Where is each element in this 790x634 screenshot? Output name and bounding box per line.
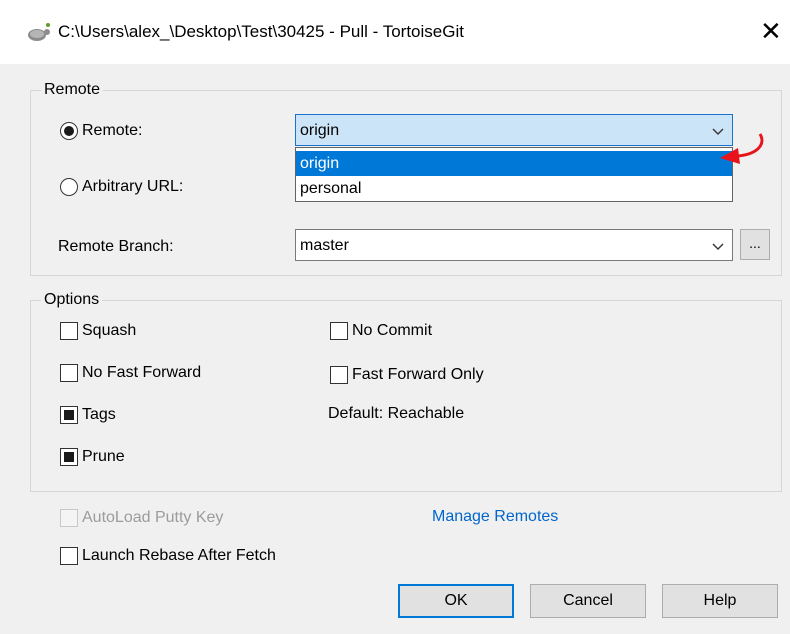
help-button[interactable]: Help	[662, 584, 778, 618]
remote-radio-label: Remote:	[82, 122, 143, 139]
options-group-legend: Options	[41, 290, 103, 310]
remote-branch-combo[interactable]: master	[295, 229, 733, 261]
autoload-putty-label: AutoLoad Putty Key	[82, 509, 224, 526]
remote-dropdown-list: origin personal	[295, 147, 733, 202]
remote-option-origin[interactable]: origin	[296, 151, 732, 176]
prune-checkbox[interactable]	[60, 448, 78, 466]
remote-combo[interactable]: origin	[295, 114, 733, 146]
arbitrary-url-label: Arbitrary URL:	[82, 178, 184, 195]
remote-radio[interactable]	[60, 122, 78, 140]
title-bar: C:\Users\alex_\Desktop\Test\30425 - Pull…	[0, 0, 790, 64]
remote-combo-value: origin	[300, 122, 340, 139]
default-reachable-text: Default: Reachable	[328, 405, 465, 422]
ok-button[interactable]: OK	[398, 584, 514, 618]
no-fast-forward-label: No Fast Forward	[82, 364, 202, 381]
launch-rebase-label: Launch Rebase After Fetch	[82, 547, 276, 564]
squash-label: Squash	[82, 322, 137, 339]
remote-branch-value: master	[300, 237, 349, 254]
fast-forward-only-checkbox[interactable]	[330, 366, 348, 384]
manage-remotes-link[interactable]: Manage Remotes	[432, 508, 558, 526]
cancel-button[interactable]: Cancel	[530, 584, 646, 618]
chevron-down-icon	[712, 243, 724, 250]
no-fast-forward-checkbox[interactable]	[60, 364, 78, 382]
no-commit-checkbox[interactable]	[330, 322, 348, 340]
autoload-putty-checkbox	[60, 509, 78, 527]
squash-checkbox[interactable]	[60, 322, 78, 340]
arbitrary-url-radio[interactable]	[60, 178, 78, 196]
close-icon[interactable]: ✕	[760, 16, 782, 46]
remote-branch-label: Remote Branch:	[58, 238, 174, 255]
tags-label: Tags	[82, 406, 116, 423]
remote-option-personal[interactable]: personal	[296, 176, 732, 201]
browse-branch-button[interactable]: ...	[740, 229, 770, 260]
prune-label: Prune	[82, 448, 125, 465]
fast-forward-only-label: Fast Forward Only	[352, 366, 484, 383]
window-title: C:\Users\alex_\Desktop\Test\30425 - Pull…	[58, 22, 464, 41]
tortoisegit-icon	[28, 23, 50, 41]
launch-rebase-checkbox[interactable]	[60, 547, 78, 565]
tags-checkbox[interactable]	[60, 406, 78, 424]
annotation-arrow-icon	[720, 133, 764, 164]
remote-group-legend: Remote	[41, 80, 104, 100]
no-commit-label: No Commit	[352, 322, 433, 339]
